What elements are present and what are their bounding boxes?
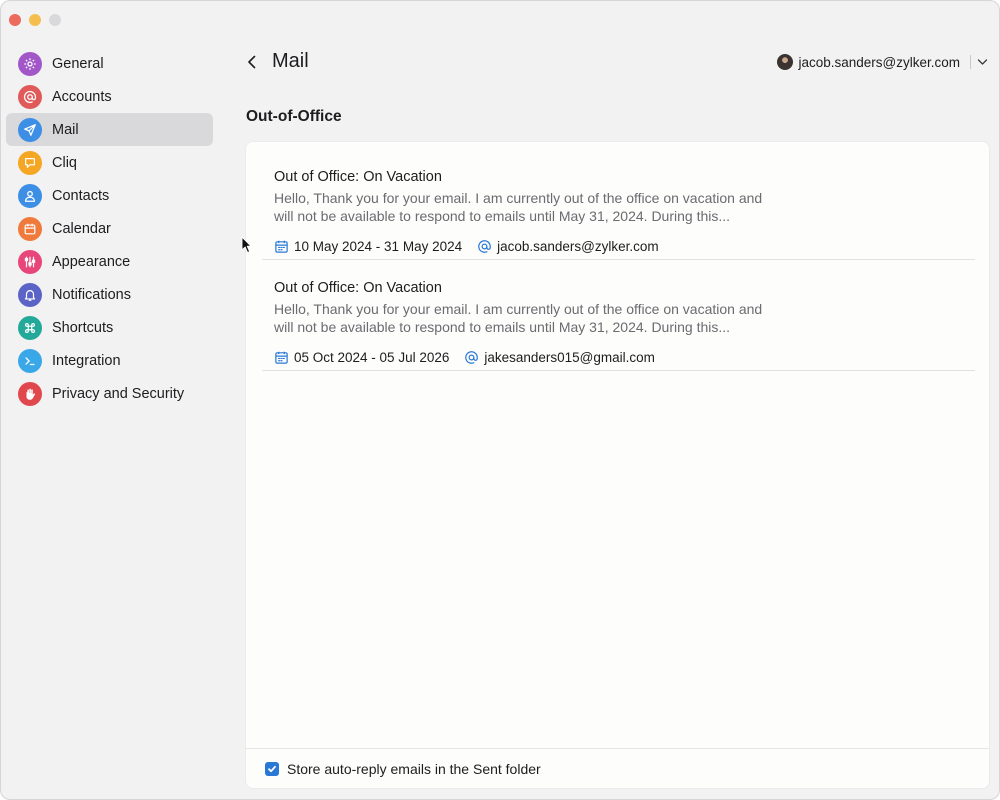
paper-plane-icon [18, 117, 42, 142]
gear-icon [18, 51, 42, 76]
sidebar-item-label: Contacts [52, 187, 110, 204]
bell-icon [18, 282, 42, 307]
ooo-item-meta: 05 Oct 2024 - 05 Jul 2026 jakesanders015… [274, 350, 655, 365]
divider [970, 55, 971, 69]
ooo-item-meta: 10 May 2024 - 31 May 2024 jacob.sanders@… [274, 239, 659, 254]
sidebar-item-label: Cliq [52, 154, 77, 171]
terminal-icon [18, 348, 42, 373]
sidebar-item-accounts[interactable]: Accounts [6, 80, 213, 113]
sidebar-item-label: Integration [52, 352, 121, 369]
ooo-list-item[interactable]: Out of Office: On Vacation Hello, Thank … [262, 260, 975, 371]
panel-footer: Store auto-reply emails in the Sent fold… [246, 748, 989, 788]
sliders-icon [18, 249, 42, 274]
chat-icon [18, 150, 42, 175]
sidebar-item-contacts[interactable]: Contacts [6, 179, 213, 212]
sidebar-item-notifications[interactable]: Notifications [6, 278, 213, 311]
mouse-cursor-icon [241, 236, 252, 253]
person-icon [18, 183, 42, 208]
sidebar-item-calendar[interactable]: Calendar [6, 212, 213, 245]
ooo-item-title: Out of Office: On Vacation [274, 169, 442, 185]
chevron-down-icon[interactable] [977, 58, 988, 66]
sidebar-item-label: General [52, 55, 104, 72]
sidebar-item-label: Notifications [52, 286, 131, 303]
sidebar-item-label: Privacy and Security [52, 385, 185, 402]
calendar-icon [274, 239, 289, 254]
chevron-left-icon [248, 55, 256, 69]
ooo-item-email: jakesanders015@gmail.com [484, 350, 655, 365]
sidebar-item-label: Mail [52, 121, 79, 138]
at-icon [477, 239, 492, 254]
calendar-icon [274, 350, 289, 365]
back-button[interactable] [243, 52, 261, 72]
sidebar-item-privacy-and-security[interactable]: Privacy and Security [6, 377, 213, 410]
store-sent-label[interactable]: Store auto-reply emails in the Sent fold… [287, 761, 541, 777]
minimize-window-button[interactable] [29, 14, 41, 26]
ooo-item-dates: 10 May 2024 - 31 May 2024 [294, 239, 463, 254]
sidebar-item-label: Appearance [52, 253, 131, 270]
avatar [777, 54, 794, 70]
settings-sidebar: General Accounts Mail Cliq Contacts Cale… [6, 47, 213, 410]
sidebar-item-mail[interactable]: Mail [6, 113, 213, 146]
close-window-button[interactable] [9, 14, 21, 26]
ooo-item-message: Hello, Thank you for your email. I am cu… [274, 190, 763, 224]
checkmark-icon [268, 765, 276, 772]
sidebar-item-shortcuts[interactable]: Shortcuts [6, 311, 213, 344]
command-icon [18, 315, 42, 340]
ooo-list-panel: Out of Office: On Vacation Hello, Thank … [245, 141, 990, 789]
section-title: Out-of-Office [246, 108, 342, 125]
settings-window: General Accounts Mail Cliq Contacts Cale… [0, 0, 1000, 800]
ooo-item-title: Out of Office: On Vacation [274, 280, 442, 296]
sidebar-item-label: Shortcuts [52, 319, 114, 336]
window-controls [9, 14, 61, 26]
ooo-item-message: Hello, Thank you for your email. I am cu… [274, 301, 763, 335]
hand-icon [18, 381, 42, 406]
page-title: Mail [272, 50, 309, 72]
sidebar-item-appearance[interactable]: Appearance [6, 245, 213, 278]
ooo-item-dates: 05 Oct 2024 - 05 Jul 2026 [294, 350, 450, 365]
ooo-item-email: jacob.sanders@zylker.com [497, 239, 659, 254]
sidebar-item-general[interactable]: General [6, 47, 213, 80]
at-icon [464, 350, 479, 365]
sidebar-item-cliq[interactable]: Cliq [6, 146, 213, 179]
sidebar-item-label: Calendar [52, 220, 111, 237]
maximize-window-button[interactable] [49, 14, 61, 26]
store-sent-checkbox[interactable] [265, 761, 279, 776]
calendar-icon [18, 216, 42, 241]
sidebar-item-label: Accounts [52, 88, 112, 105]
ooo-list-item[interactable]: Out of Office: On Vacation Hello, Thank … [262, 149, 975, 260]
sidebar-item-integration[interactable]: Integration [6, 344, 213, 377]
at-icon [18, 84, 42, 109]
account-email: jacob.sanders@zylker.com [798, 54, 960, 70]
account-switcher[interactable]: jacob.sanders@zylker.com [777, 52, 988, 72]
